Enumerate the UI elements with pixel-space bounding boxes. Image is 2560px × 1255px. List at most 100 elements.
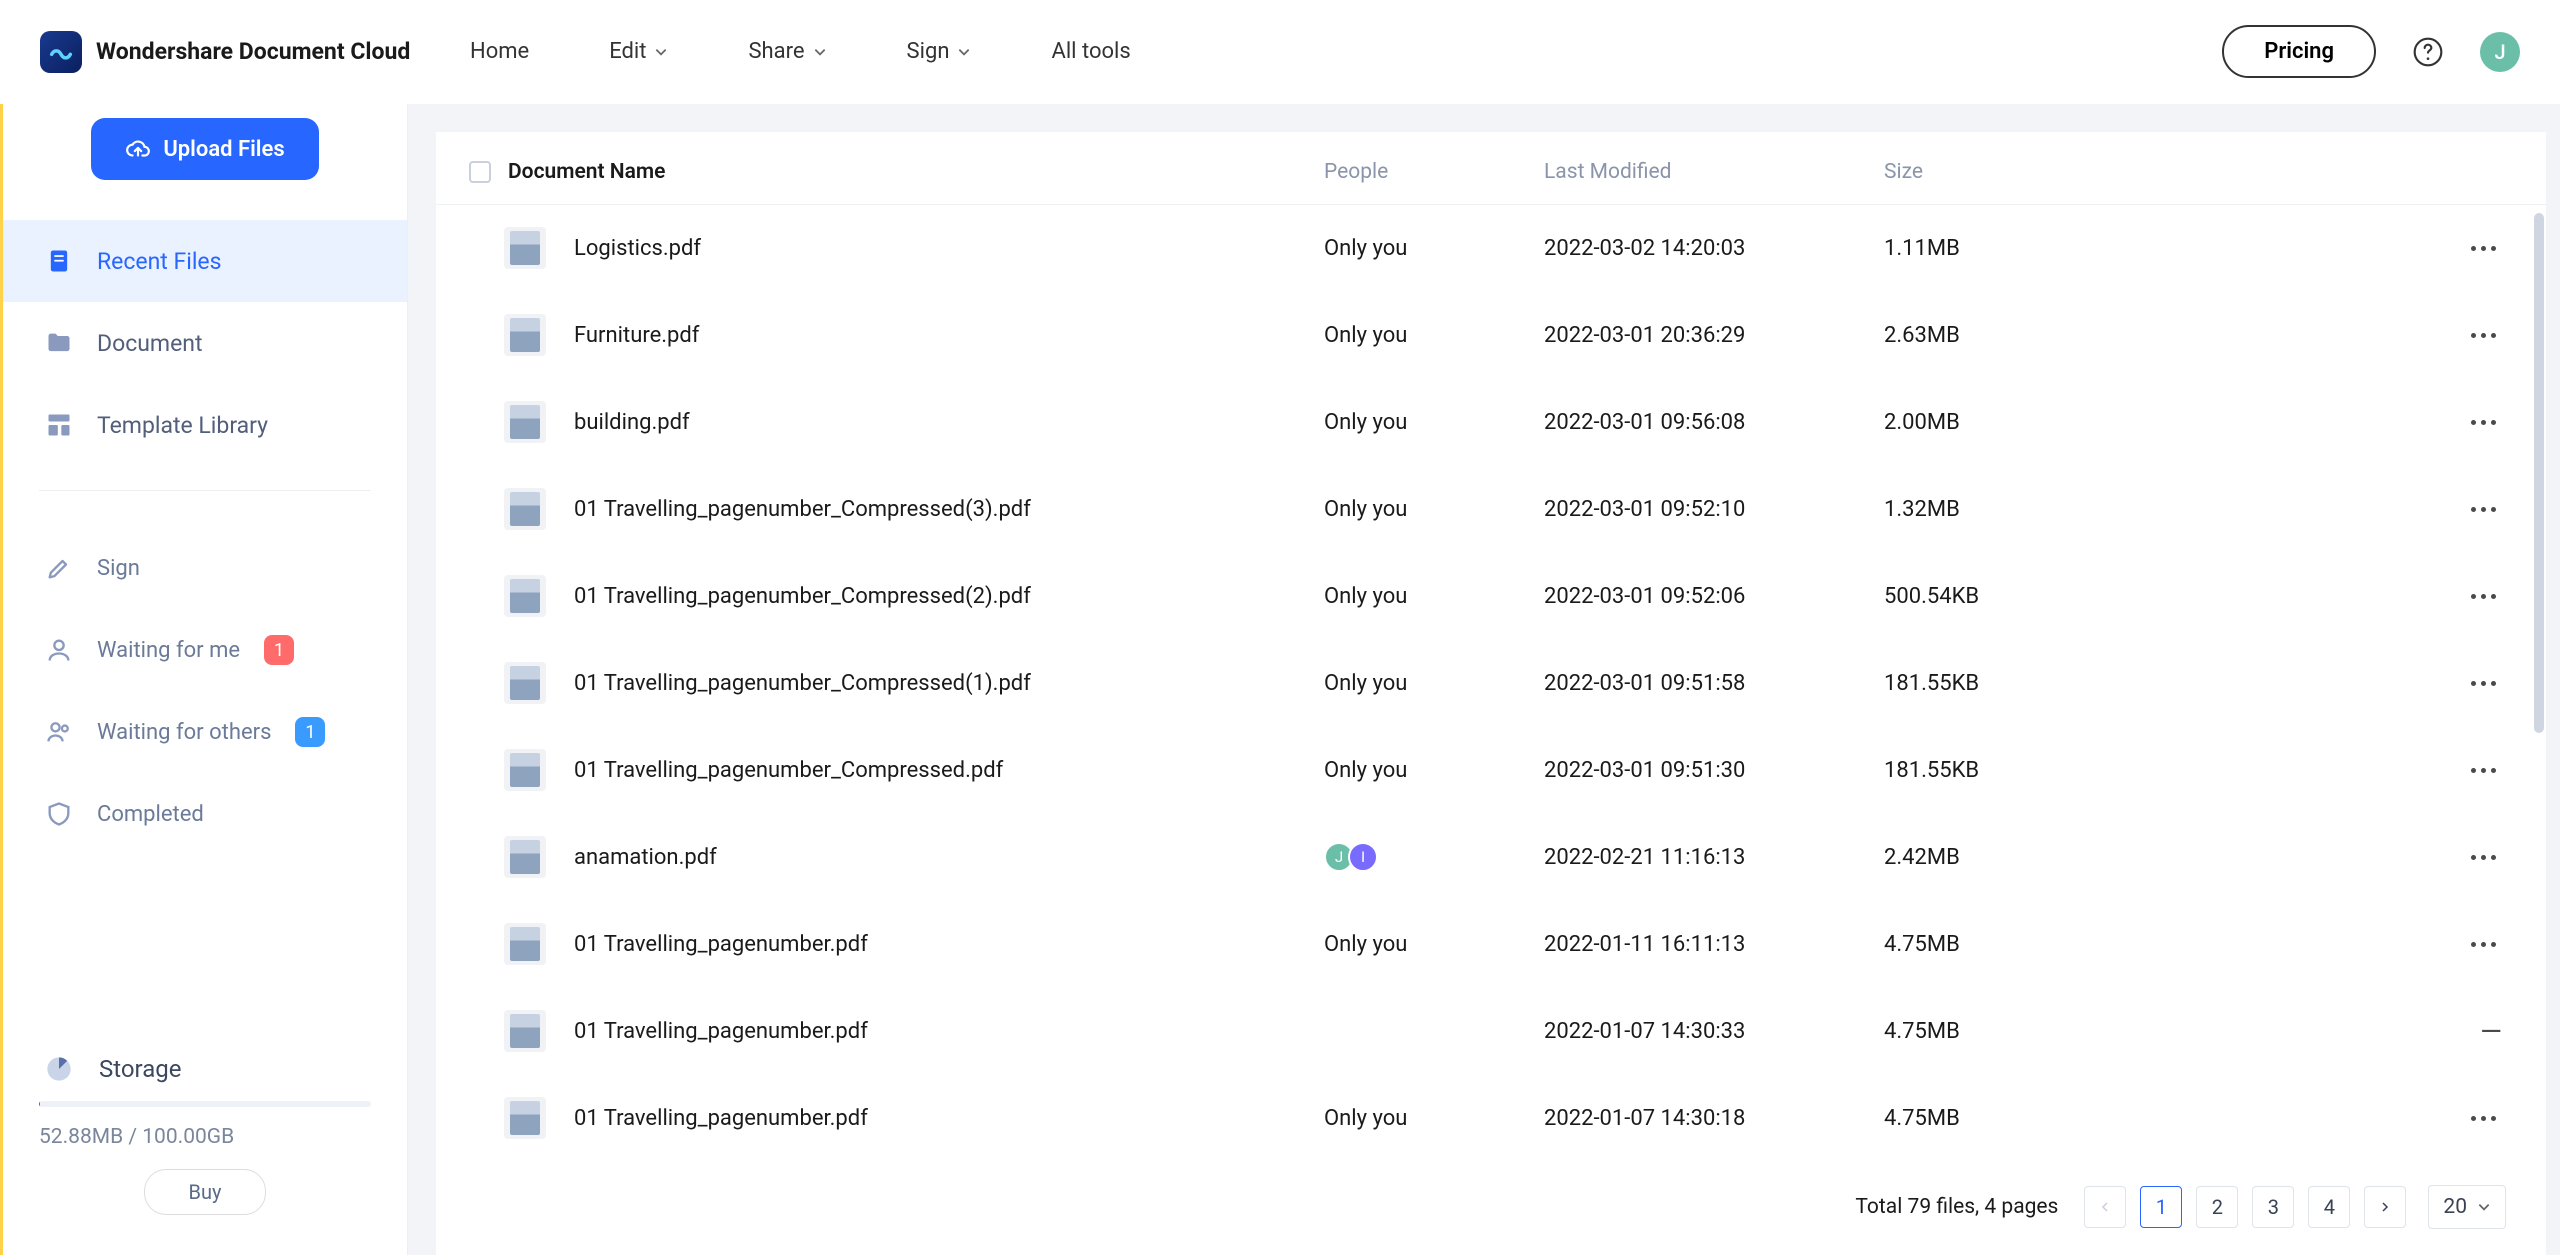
- sidebar-item-template[interactable]: Template Library: [3, 384, 407, 466]
- brand-name: Wondershare Document Cloud: [96, 38, 410, 65]
- file-size: 1.32MB: [1884, 497, 2104, 522]
- nav-home[interactable]: Home: [470, 39, 529, 64]
- nav-edit[interactable]: Edit: [609, 39, 668, 64]
- sidebar-item-sign[interactable]: Sign: [3, 527, 407, 609]
- pagination: Total 79 files, 4 pages 1234 20: [436, 1167, 2546, 1255]
- page-number[interactable]: 2: [2196, 1186, 2238, 1228]
- file-size: 2.42MB: [1884, 845, 2104, 870]
- nav-share[interactable]: Share: [748, 39, 826, 64]
- more-actions-icon[interactable]: [2465, 414, 2502, 431]
- badge-waiting-others: 1: [295, 717, 325, 747]
- file-thumbnail: [504, 575, 546, 617]
- file-name: 01 Travelling_pagenumber_Compressed(1).p…: [574, 671, 1324, 696]
- header-name[interactable]: Document Name: [504, 160, 1324, 184]
- template-icon: [45, 411, 73, 439]
- upload-button[interactable]: Upload Files: [91, 118, 318, 180]
- file-name: 01 Travelling_pagenumber_Compressed(2).p…: [574, 584, 1324, 609]
- file-name: Furniture.pdf: [574, 323, 1324, 348]
- more-actions-icon[interactable]: [2465, 762, 2502, 779]
- header-people[interactable]: People: [1324, 160, 1544, 184]
- file-actions: [2104, 588, 2506, 605]
- pricing-button[interactable]: Pricing: [2222, 25, 2376, 78]
- file-row[interactable]: 01 Travelling_pagenumber_Compressed(2).p…: [436, 553, 2546, 640]
- file-thumbnail: [504, 488, 546, 530]
- buy-button[interactable]: Buy: [144, 1169, 267, 1215]
- page-size-select[interactable]: 20: [2428, 1185, 2506, 1229]
- sidebar-item-waiting-others[interactable]: Waiting for others 1: [3, 691, 407, 773]
- page-next[interactable]: [2364, 1186, 2406, 1228]
- file-modified: 2022-03-01 09:51:30: [1544, 758, 1884, 783]
- file-name: 01 Travelling_pagenumber.pdf: [574, 1019, 1324, 1044]
- shield-icon: [45, 800, 73, 828]
- file-name: 01 Travelling_pagenumber_Compressed.pdf: [574, 758, 1324, 783]
- select-all-checkbox[interactable]: [469, 161, 491, 183]
- file-row[interactable]: Furniture.pdfOnly you2022-03-01 20:36:29…: [436, 292, 2546, 379]
- file-people: Only you: [1324, 758, 1544, 783]
- brand: Wondershare Document Cloud: [40, 31, 440, 73]
- more-actions-icon[interactable]: [2465, 501, 2502, 518]
- file-row[interactable]: 01 Travelling_pagenumber.pdf2022-01-07 1…: [436, 988, 2546, 1075]
- file-thumbnail: [504, 227, 546, 269]
- file-row[interactable]: Logistics.pdfOnly you2022-03-02 14:20:03…: [436, 205, 2546, 292]
- help-icon[interactable]: [2412, 36, 2444, 68]
- page-number[interactable]: 1: [2140, 1186, 2182, 1228]
- file-actions: [2104, 849, 2506, 866]
- file-actions: [2104, 762, 2506, 779]
- table-body: Logistics.pdfOnly you2022-03-02 14:20:03…: [436, 205, 2546, 1167]
- file-name: anamation.pdf: [574, 845, 1324, 870]
- nav-all-tools[interactable]: All tools: [1051, 39, 1130, 64]
- nav-sign[interactable]: Sign: [907, 39, 972, 64]
- page-prev[interactable]: [2084, 1186, 2126, 1228]
- file-actions: [2104, 240, 2506, 257]
- file-thumbnail: [504, 923, 546, 965]
- badge-waiting-me: 1: [264, 635, 294, 665]
- topbar: Wondershare Document Cloud Home Edit Sha…: [0, 0, 2560, 104]
- sidebar-item-document[interactable]: Document: [3, 302, 407, 384]
- sidebar-item-recent[interactable]: Recent Files: [3, 220, 407, 302]
- file-modified: 2022-01-11 16:11:13: [1544, 932, 1884, 957]
- file-name: 01 Travelling_pagenumber.pdf: [574, 1106, 1324, 1131]
- file-name: Logistics.pdf: [574, 236, 1324, 261]
- file-row[interactable]: building.pdfOnly you2022-03-01 09:56:082…: [436, 379, 2546, 466]
- file-row[interactable]: 01 Travelling_pagenumber_Compressed(3).p…: [436, 466, 2546, 553]
- sidebar-item-waiting-me[interactable]: Waiting for me 1: [3, 609, 407, 691]
- file-actions: [2104, 414, 2506, 431]
- scrollbar[interactable]: [2534, 213, 2544, 733]
- more-actions-icon[interactable]: [2465, 849, 2502, 866]
- more-actions-icon[interactable]: [2465, 936, 2502, 953]
- more-actions-icon[interactable]: [2465, 327, 2502, 344]
- user-avatar[interactable]: J: [2480, 32, 2520, 72]
- more-actions-icon[interactable]: [2465, 588, 2502, 605]
- file-size: 181.55KB: [1884, 758, 2104, 783]
- cloud-upload-icon: [125, 136, 151, 162]
- file-row[interactable]: anamation.pdfJI2022-02-21 11:16:132.42MB: [436, 814, 2546, 901]
- file-name: 01 Travelling_pagenumber.pdf: [574, 932, 1324, 957]
- file-row[interactable]: 01 Travelling_pagenumber.pdfOnly you2022…: [436, 901, 2546, 988]
- header-size[interactable]: Size: [1884, 160, 2104, 184]
- folder-icon: [45, 329, 73, 357]
- more-actions-icon[interactable]: [2465, 675, 2502, 692]
- file-size: 1.11MB: [1884, 236, 2104, 261]
- file-row[interactable]: 01 Travelling_pagenumber_Compressed.pdfO…: [436, 727, 2546, 814]
- page-number[interactable]: 4: [2308, 1186, 2350, 1228]
- file-people: Only you: [1324, 410, 1544, 435]
- user-icon: [45, 636, 73, 664]
- storage-header: Storage: [39, 1055, 371, 1083]
- more-actions-icon[interactable]: [2465, 240, 2502, 257]
- file-size: 181.55KB: [1884, 671, 2104, 696]
- more-actions-icon[interactable]: [2465, 1110, 2502, 1127]
- file-size: 500.54KB: [1884, 584, 2104, 609]
- header-modified[interactable]: Last Modified: [1544, 160, 1884, 184]
- pen-icon: [45, 554, 73, 582]
- sidebar-item-completed[interactable]: Completed: [3, 773, 407, 855]
- file-people: Only you: [1324, 323, 1544, 348]
- file-thumbnail: [504, 749, 546, 791]
- file-thumbnail: [504, 401, 546, 443]
- file-row[interactable]: 01 Travelling_pagenumber_Compressed(1).p…: [436, 640, 2546, 727]
- file-row[interactable]: 01 Travelling_pagenumber.pdfOnly you2022…: [436, 1075, 2546, 1162]
- file-people: Only you: [1324, 584, 1544, 609]
- file-size: 2.00MB: [1884, 410, 2104, 435]
- file-modified: 2022-03-01 09:56:08: [1544, 410, 1884, 435]
- file-modified: 2022-02-21 11:16:13: [1544, 845, 1884, 870]
- page-number[interactable]: 3: [2252, 1186, 2294, 1228]
